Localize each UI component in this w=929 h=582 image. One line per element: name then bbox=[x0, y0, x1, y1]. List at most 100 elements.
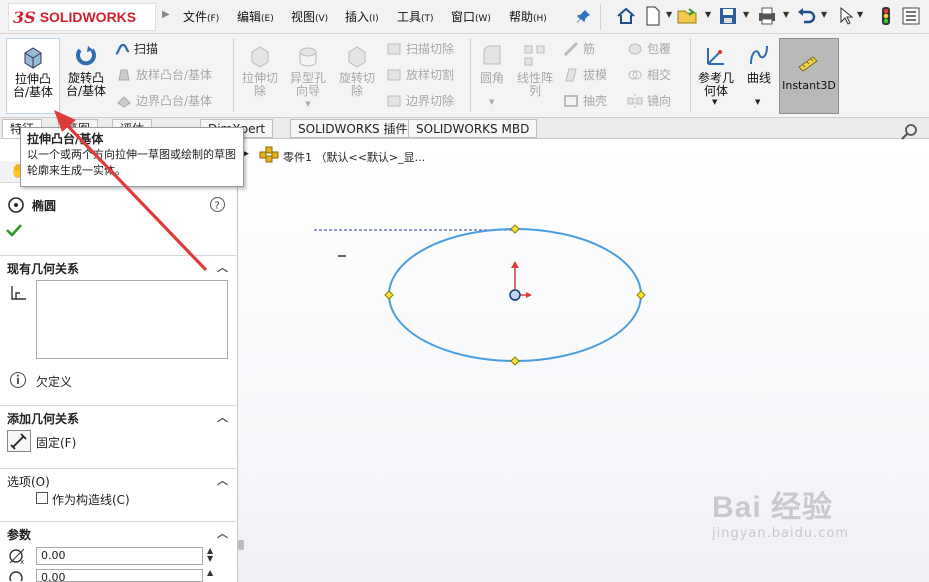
menu-tools[interactable]: 工具(T) bbox=[397, 8, 434, 25]
rebuild-traffic-light-icon[interactable] bbox=[875, 5, 897, 27]
save-icon[interactable] bbox=[717, 5, 739, 27]
intersect-button[interactable]: 相交 bbox=[627, 66, 671, 83]
ellipse-right-point[interactable] bbox=[636, 290, 646, 300]
curves-icon bbox=[750, 45, 768, 65]
menu-window[interactable]: 窗口(W) bbox=[451, 8, 491, 25]
relations-icon bbox=[8, 284, 28, 305]
ds-logo-icon: 3S bbox=[13, 7, 36, 27]
pin-icon[interactable] bbox=[573, 5, 595, 27]
center-x-spinner[interactable]: ▲ ▼ bbox=[207, 547, 213, 563]
info-icon bbox=[9, 371, 27, 392]
intersect-icon bbox=[628, 70, 642, 79]
rib-button[interactable]: 筋 bbox=[563, 40, 595, 57]
fix-relation-button[interactable] bbox=[7, 430, 31, 452]
extrude-cut-icon bbox=[251, 46, 269, 68]
watermark-brand: Bai 经验 bbox=[712, 491, 834, 524]
hole-wizard-button[interactable]: 异型孔 向导 ▼ bbox=[285, 42, 331, 111]
shell-icon bbox=[564, 94, 578, 107]
solidworks-logo[interactable]: 3S SOLIDWORKS bbox=[8, 3, 156, 31]
linear-pattern-button[interactable]: 线性阵 列 bbox=[512, 42, 558, 98]
options-list-icon[interactable] bbox=[900, 5, 922, 27]
shell-button[interactable]: 抽壳 bbox=[563, 92, 607, 109]
reference-geometry-button[interactable]: 参考几 何体 bbox=[694, 42, 738, 98]
tab-solidworks-addins[interactable]: SOLIDWORKS 插件 bbox=[290, 119, 416, 138]
hole-wizard-dropdown-icon[interactable]: ▼ bbox=[305, 98, 310, 111]
mirror-icon bbox=[627, 93, 643, 108]
collapse-chevron-icon[interactable]: ︿ bbox=[217, 525, 228, 541]
save-dropdown-icon[interactable]: ▼ bbox=[743, 10, 751, 20]
origin-x-arrow-icon bbox=[526, 292, 532, 298]
existing-relations-list[interactable] bbox=[36, 280, 228, 359]
app-title: SOLIDWORKS bbox=[39, 9, 137, 25]
new-document-icon[interactable] bbox=[642, 5, 664, 27]
definition-status-label: 欠定义 bbox=[36, 375, 73, 389]
revolve-boss-button[interactable]: 旋转凸 台/基体 bbox=[62, 42, 110, 98]
select-dropdown-icon[interactable]: ▼ bbox=[857, 10, 865, 20]
ellipse-top-point[interactable] bbox=[510, 224, 520, 234]
sweep-cut-icon bbox=[387, 43, 401, 54]
center-x-field[interactable]: 0.00 bbox=[36, 547, 203, 565]
menu-edit[interactable]: 编辑(E) bbox=[237, 8, 274, 25]
print-dropdown-icon[interactable]: ▼ bbox=[783, 10, 791, 20]
ellipse-left-point[interactable] bbox=[384, 290, 394, 300]
new-dropdown-icon[interactable]: ▼ bbox=[666, 10, 674, 20]
sweep-cut-button[interactable]: 扫描切除 bbox=[386, 40, 454, 57]
extrude-boss-button[interactable]: 拉伸凸 台/基体 bbox=[6, 38, 60, 114]
loft-cut-icon bbox=[387, 69, 401, 80]
boundary-cut-button[interactable]: 边界切除 bbox=[386, 92, 454, 109]
menu-file[interactable]: 文件(F) bbox=[183, 8, 219, 25]
menu-insert[interactable]: 插入(I) bbox=[345, 8, 379, 25]
instant3d-icon bbox=[798, 56, 818, 72]
extrude-cut-button[interactable]: 拉伸切 除 bbox=[237, 42, 283, 98]
fix-relation-label: 固定(F) bbox=[36, 436, 77, 450]
menu-view[interactable]: 视图(V) bbox=[291, 8, 328, 25]
fillet-icon bbox=[483, 45, 501, 65]
curves-button[interactable]: 曲线 bbox=[742, 42, 776, 85]
print-icon[interactable] bbox=[756, 5, 778, 27]
draft-button[interactable]: 拔模 bbox=[563, 66, 607, 83]
add-relations-header[interactable]: 添加几何关系 ︿ bbox=[0, 405, 236, 427]
watermark-url: jingyan.baidu.com bbox=[712, 526, 849, 541]
collapse-chevron-icon[interactable]: ︿ bbox=[217, 472, 228, 488]
extrude-boss-icon bbox=[24, 47, 42, 69]
tab-solidworks-mbd[interactable]: SOLIDWORKS MBD bbox=[408, 119, 538, 138]
open-folder-icon[interactable] bbox=[677, 5, 699, 27]
wrap-icon bbox=[628, 43, 642, 54]
center-y-field[interactable]: 0.00 bbox=[36, 569, 203, 582]
undo-dropdown-icon[interactable]: ▼ bbox=[821, 10, 829, 20]
ellipse-center-point[interactable] bbox=[509, 289, 521, 301]
undo-icon[interactable] bbox=[795, 5, 817, 27]
open-dropdown-icon[interactable]: ▼ bbox=[705, 10, 713, 20]
ribbon-divider bbox=[470, 38, 471, 112]
fillet-button[interactable]: 圆角 bbox=[474, 42, 510, 85]
ref-geometry-dropdown-icon[interactable]: ▼ bbox=[712, 98, 717, 106]
select-cursor-icon[interactable] bbox=[835, 5, 857, 27]
options-header[interactable]: 选项(O) ︿ bbox=[0, 468, 236, 490]
panel-splitter-handle[interactable] bbox=[238, 540, 244, 550]
wrap-button[interactable]: 包覆 bbox=[627, 40, 671, 57]
linear-pattern-icon bbox=[524, 45, 545, 66]
mirror-button[interactable]: 镜向 bbox=[627, 92, 671, 109]
anchor-icon bbox=[10, 433, 27, 450]
home-icon[interactable] bbox=[615, 5, 637, 27]
logo-arrow-icon[interactable]: ▶ bbox=[162, 9, 170, 20]
parameters-header[interactable]: 参数 ︿ bbox=[0, 521, 236, 543]
ellipse-bottom-point[interactable] bbox=[510, 356, 520, 366]
menu-help[interactable]: 帮助(H) bbox=[509, 8, 547, 25]
revolve-boss-icon bbox=[76, 46, 96, 66]
boundary-cut-icon bbox=[387, 95, 401, 106]
svg-text:x: x bbox=[20, 558, 24, 565]
loft-cut-button[interactable]: 放样切割 bbox=[386, 66, 454, 83]
instant3d-button[interactable]: Instant3D bbox=[779, 38, 839, 114]
curves-dropdown-icon[interactable]: ▼ bbox=[755, 98, 760, 106]
loft-boss-button[interactable]: 放样凸台/基体 bbox=[116, 66, 212, 83]
collapse-chevron-icon[interactable]: ︿ bbox=[217, 409, 228, 425]
revolve-cut-icon bbox=[348, 46, 366, 68]
center-y-spinner[interactable]: ▲ bbox=[207, 569, 213, 577]
sweep-button[interactable]: 扫描 bbox=[114, 40, 158, 57]
construction-checkbox[interactable] bbox=[36, 492, 48, 504]
fillet-dropdown-icon[interactable]: ▼ bbox=[489, 98, 494, 106]
revolve-cut-button[interactable]: 旋转切 除 bbox=[334, 42, 380, 98]
hole-wizard-icon bbox=[299, 47, 317, 67]
baidu-watermark: Bai 经验 jingyan.baidu.com bbox=[712, 482, 849, 541]
